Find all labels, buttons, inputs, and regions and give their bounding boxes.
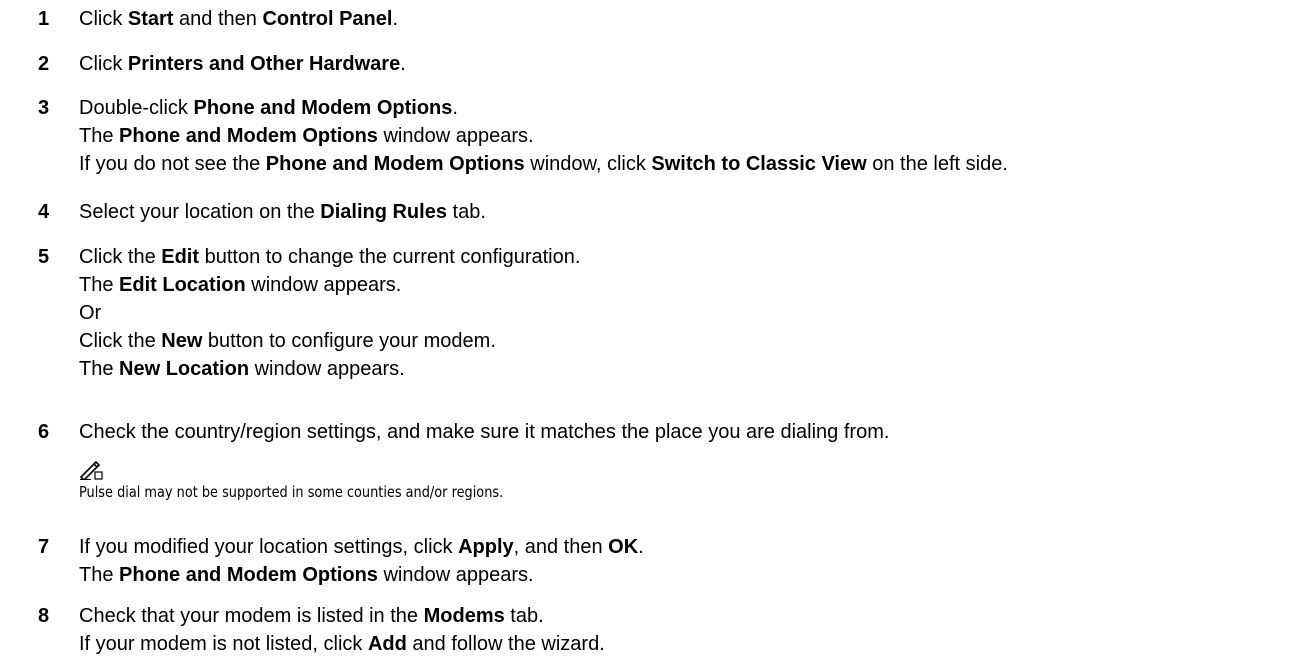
line-text: Check the country/region settings, and m…: [79, 421, 890, 443]
line-text: tab.: [446, 201, 486, 223]
line-text: Click the: [79, 246, 162, 268]
step-body: If you modified your location settings, …: [79, 533, 644, 589]
line-text: The: [79, 274, 120, 296]
step-line: If your modem is not listed, click Add a…: [79, 630, 605, 658]
step-line: Click Start and then Control Panel.: [79, 5, 398, 33]
line-text: If you do not see the: [79, 153, 266, 175]
ui-term: OK: [608, 536, 639, 558]
step-body: Check the country/region settings, and m…: [79, 418, 889, 446]
line-text: The: [79, 125, 120, 147]
line-text: Select your location on the: [79, 201, 321, 223]
line-text: and follow the wizard.: [406, 633, 605, 655]
step-number: 8: [38, 605, 50, 627]
ui-term: Dialing Rules: [320, 201, 447, 223]
ui-term: Apply: [458, 536, 514, 558]
ui-term: Edit Location: [119, 274, 246, 296]
line-text: window appears.: [377, 125, 534, 147]
line-text: window appears.: [377, 564, 534, 586]
step-line: Select your location on the Dialing Rule…: [79, 198, 486, 226]
step-line: If you do not see the Phone and Modem Op…: [79, 150, 1008, 178]
line-text: , and then: [513, 536, 609, 558]
line-text: If you modified your location settings, …: [79, 536, 459, 558]
line-text: button to configure your modem.: [202, 330, 496, 352]
ui-term: Phone and Modem Options: [119, 125, 378, 147]
ui-term: New Location: [119, 358, 250, 380]
note-text: Pulse dial may not be supported in some …: [79, 483, 504, 501]
step-number: 2: [38, 53, 50, 75]
step-line: Check that your modem is listed in the M…: [79, 602, 605, 630]
step-line: Or: [79, 299, 580, 327]
line-text: and then: [173, 8, 263, 30]
ui-term: Phone and Modem Options: [193, 97, 453, 119]
line-text: button to change the current configurati…: [199, 246, 581, 268]
ui-term: New: [161, 330, 203, 352]
ui-term: Edit: [161, 246, 200, 268]
ui-term: Switch to Classic View: [651, 153, 867, 175]
step-line: The Phone and Modem Options window appea…: [79, 561, 644, 589]
step-line: The New Location window appears.: [79, 355, 580, 383]
instruction-document: 1 Click Start and then Control Panel. 2 …: [0, 0, 1292, 665]
step-line: If you modified your location settings, …: [79, 533, 644, 561]
line-text: .: [638, 536, 644, 558]
line-text: window appears.: [245, 274, 402, 296]
line-text: Double-click: [79, 97, 194, 119]
note-pencil-icon: [79, 460, 103, 480]
line-text: Or: [79, 302, 102, 324]
ui-term: Start: [127, 8, 174, 30]
line-text: window, click: [524, 153, 652, 175]
line-text: Click: [79, 8, 128, 30]
line-text: Check that your modem is listed in the: [79, 605, 424, 627]
step-body: Click Printers and Other Hardware.: [79, 50, 406, 78]
line-text: .: [392, 8, 399, 30]
line-text: on the left side.: [866, 153, 1008, 175]
line-text: Click the: [79, 330, 162, 352]
step-body: Select your location on the Dialing Rule…: [79, 198, 486, 226]
step-number: 4: [38, 201, 50, 223]
step-body: Double-click Phone and Modem Options. The…: [79, 94, 1008, 178]
line-text: The: [79, 358, 120, 380]
ui-term: Control Panel: [262, 8, 393, 30]
step-body: Check that your modem is listed in the M…: [79, 602, 605, 658]
note-box: Pulse dial may not be supported in some …: [79, 460, 572, 502]
step-number: 5: [38, 246, 50, 268]
ui-term: Phone and Modem Options: [265, 153, 525, 175]
step-body: Click the Edit button to change the curr…: [79, 243, 580, 383]
line-text: If your modem is not listed, click: [79, 633, 368, 655]
step-line: Click the Edit button to change the curr…: [79, 243, 580, 271]
step-number: 3: [38, 97, 50, 119]
step-line: Check the country/region settings, and m…: [79, 418, 889, 446]
line-text: tab.: [504, 605, 544, 627]
ui-term: Modems: [423, 605, 505, 627]
line-text: .: [452, 97, 458, 119]
ui-term: Add: [367, 633, 407, 655]
line-text: window appears.: [249, 358, 405, 380]
line-text: Click: [79, 53, 128, 75]
step-line: The Edit Location window appears.: [79, 271, 580, 299]
step-line: Click Printers and Other Hardware.: [79, 50, 406, 78]
step-number: 7: [38, 536, 50, 558]
step-line: The Phone and Modem Options window appea…: [79, 122, 1008, 150]
step-number: 6: [38, 421, 50, 443]
step-number: 1: [38, 8, 50, 30]
line-text: The: [79, 564, 120, 586]
ui-term: Phone and Modem Options: [119, 564, 378, 586]
ui-term: Printers and Other Hardware: [127, 53, 401, 75]
line-text: .: [400, 53, 406, 75]
step-line: Double-click Phone and Modem Options.: [79, 94, 1008, 122]
step-line: Click the New button to configure your m…: [79, 327, 580, 355]
step-body: Click Start and then Control Panel.: [79, 5, 398, 33]
